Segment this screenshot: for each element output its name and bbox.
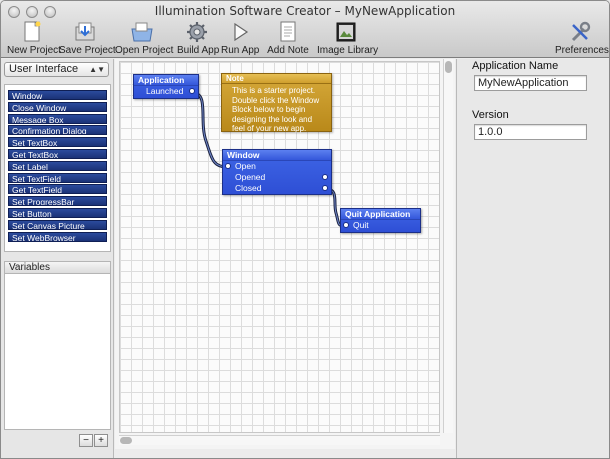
- image-library-label: Image Library: [317, 45, 379, 56]
- row-label: Launched: [146, 86, 184, 96]
- variables-panel: Variables: [4, 261, 111, 430]
- add-note-button[interactable]: Add Note: [267, 21, 309, 57]
- command-item-confirmation-dialog[interactable]: Confirmation Dialog: [8, 125, 107, 136]
- version-label: Version: [472, 109, 509, 121]
- launched-port[interactable]: [189, 88, 195, 94]
- horizontal-scroll-thumb[interactable]: [120, 437, 132, 444]
- command-item-set-webbrowser[interactable]: Set WebBrowser: [8, 231, 107, 242]
- command-item-set-button[interactable]: Set Button: [8, 207, 107, 218]
- window-row-closed: Closed: [223, 183, 331, 194]
- command-item-set-canvas-picture[interactable]: Set Canvas Picture: [8, 219, 107, 230]
- app-window: Illumination Software Creator – MyNewApp…: [0, 0, 610, 459]
- note-line: This is a starter project.: [232, 86, 316, 95]
- run-app-button[interactable]: Run App: [221, 21, 259, 57]
- new-project-icon: [24, 21, 41, 42]
- note-line: Double click the Window: [232, 95, 320, 105]
- command-item-close-window[interactable]: Close Window: [8, 101, 107, 112]
- preferences-label: Preferences: [555, 45, 609, 56]
- note-block[interactable]: Note This is a starter project. Double c…: [221, 73, 332, 134]
- category-select-value: User Interface: [9, 63, 79, 75]
- note-line: designing the look and: [232, 114, 313, 124]
- window-row-opened: Opened: [223, 172, 331, 183]
- save-project-label: Save Project: [59, 45, 116, 56]
- build-app-button[interactable]: Build App: [177, 21, 220, 57]
- window-title: Illumination Software Creator – MyNewApp…: [154, 4, 456, 18]
- quit-port[interactable]: [343, 222, 349, 228]
- open-project-icon: [131, 22, 153, 42]
- app-name-field[interactable]: MyNewApplication: [474, 75, 587, 91]
- note-line: feel of your new app.: [232, 124, 307, 133]
- quit-block-title: Quit Application: [341, 209, 420, 220]
- remove-variable-button[interactable]: −: [79, 434, 93, 447]
- variables-header: Variables: [5, 262, 110, 274]
- window-block-title: Window: [223, 150, 331, 161]
- add-note-icon: [280, 21, 296, 42]
- select-arrows-icon: ▲▼: [89, 65, 105, 74]
- application-block[interactable]: Application Launched: [133, 74, 199, 99]
- quit-application-block[interactable]: Quit Application Quit: [340, 208, 421, 233]
- command-item-get-textbox[interactable]: Get TextBox: [8, 148, 107, 159]
- preferences-button[interactable]: Preferences: [555, 21, 609, 57]
- closed-port[interactable]: [322, 185, 328, 191]
- window-block[interactable]: Window Open Opened Closed: [222, 149, 332, 195]
- open-project-label: Open Project: [115, 45, 174, 56]
- canvas-horizontal-scrollbar[interactable]: [119, 435, 440, 445]
- canvas-vertical-scrollbar[interactable]: [443, 59, 453, 433]
- command-item-window[interactable]: Window: [8, 90, 107, 100]
- image-library-button[interactable]: Image Library: [317, 21, 379, 57]
- row-label: Quit: [353, 220, 369, 230]
- command-item-get-textfield[interactable]: Get TextField: [8, 184, 107, 195]
- row-label: Open: [235, 161, 256, 171]
- build-app-label: Build App: [177, 45, 220, 56]
- open-project-button[interactable]: Open Project: [115, 21, 174, 57]
- window-row-open: Open: [223, 161, 331, 172]
- category-select[interactable]: User Interface ▲▼: [4, 62, 109, 77]
- image-library-icon: [336, 22, 356, 42]
- titlebar-toolbar: Illumination Software Creator – MyNewApp…: [1, 1, 609, 58]
- run-app-icon: [234, 22, 249, 42]
- new-project-button[interactable]: New Project: [7, 21, 61, 57]
- application-row-launched: Launched: [134, 86, 198, 97]
- left-sidebar: User Interface ▲▼ Window Close Window Me…: [1, 59, 114, 458]
- command-item-set-textfield[interactable]: Set TextField: [8, 172, 107, 183]
- preferences-icon: [571, 21, 591, 42]
- version-field[interactable]: 1.0.0: [474, 124, 587, 140]
- app-name-label: Application Name: [472, 60, 559, 72]
- note-block-title: Note: [222, 74, 331, 84]
- add-note-label: Add Note: [267, 45, 309, 56]
- note-text: This is a starter project. Double click …: [222, 84, 331, 134]
- command-item-message-box[interactable]: Message Box: [8, 113, 107, 124]
- inspector-panel: Application Name MyNewApplication Versio…: [456, 59, 609, 458]
- command-list: Window Close Window Message Box Confirma…: [4, 84, 111, 252]
- save-project-icon: [75, 22, 95, 41]
- note-line: Block below to begin: [232, 105, 306, 114]
- row-label: Closed: [235, 183, 262, 193]
- save-project-button[interactable]: Save Project: [59, 21, 116, 57]
- opened-port[interactable]: [322, 174, 328, 180]
- run-app-label: Run App: [221, 45, 260, 56]
- row-label: Opened: [235, 172, 266, 182]
- new-project-label: New Project: [7, 45, 61, 56]
- build-app-icon: [187, 22, 207, 42]
- quit-row-quit: Quit: [341, 220, 420, 231]
- add-variable-button[interactable]: +: [94, 434, 108, 447]
- application-block-title: Application: [134, 75, 198, 86]
- vertical-scroll-thumb[interactable]: [445, 61, 452, 73]
- command-item-set-textbox[interactable]: Set TextBox: [8, 137, 107, 148]
- open-port[interactable]: [225, 163, 231, 169]
- command-item-set-progressbar[interactable]: Set ProgressBar: [8, 196, 107, 207]
- command-item-set-label[interactable]: Set Label: [8, 160, 107, 171]
